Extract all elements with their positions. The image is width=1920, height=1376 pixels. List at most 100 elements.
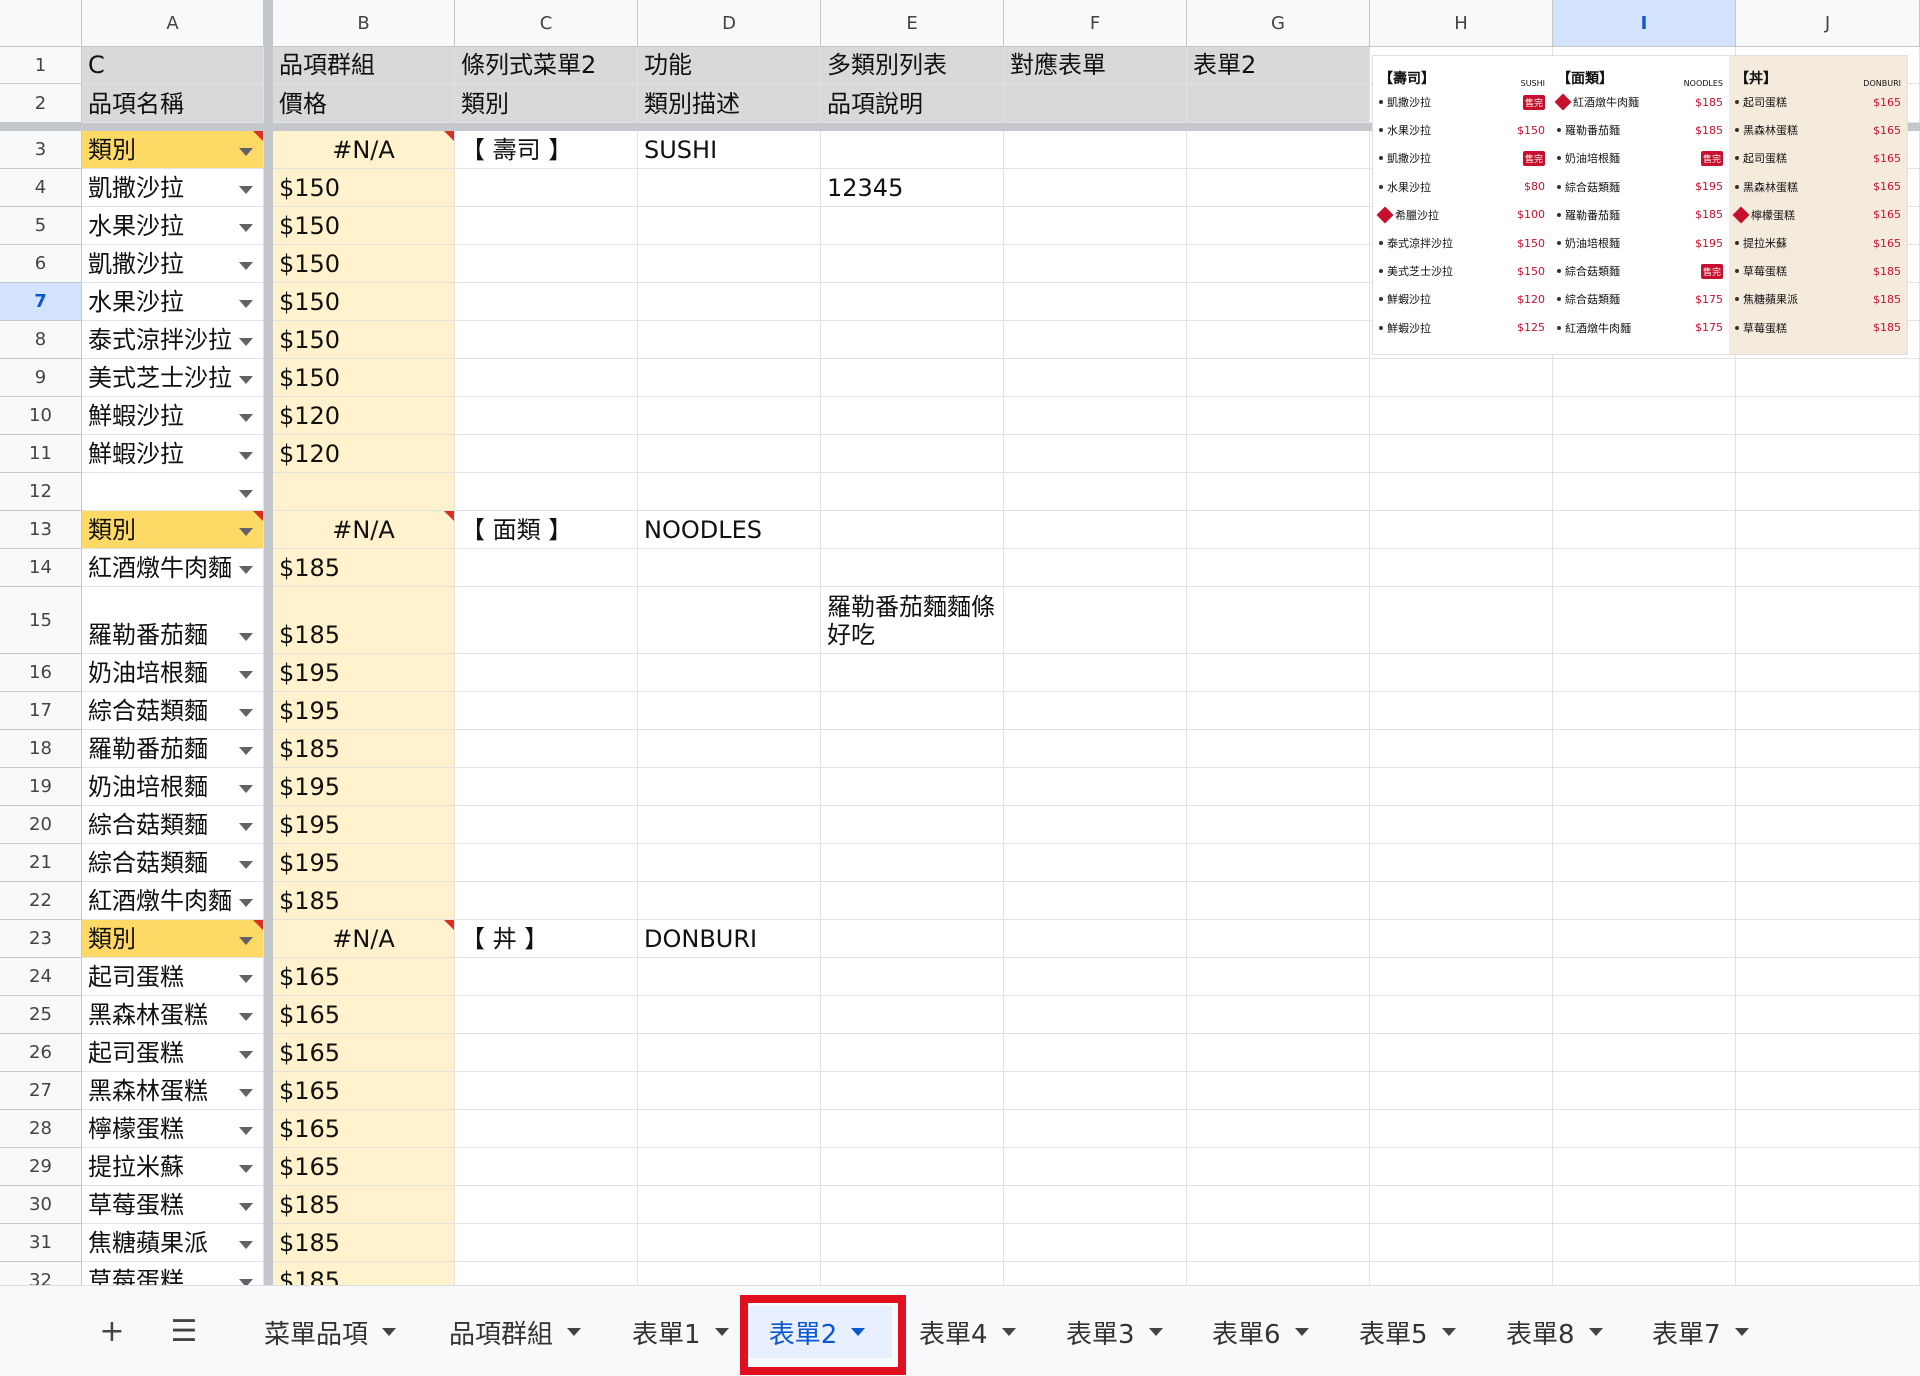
row-header-3[interactable]: 3 xyxy=(0,131,82,169)
cell[interactable] xyxy=(638,245,821,283)
cell[interactable] xyxy=(1736,435,1920,473)
column-header-d[interactable]: D xyxy=(638,0,821,47)
header-cell[interactable]: 對應表單 xyxy=(1004,47,1187,84)
row-header-15[interactable]: 15 xyxy=(0,587,82,654)
cell[interactable] xyxy=(821,768,1004,806)
cell[interactable] xyxy=(1004,1034,1187,1072)
cell[interactable] xyxy=(1553,587,1736,654)
cell-price[interactable]: #N/A xyxy=(273,131,455,169)
cell[interactable] xyxy=(1004,549,1187,587)
cell[interactable] xyxy=(1187,397,1370,435)
cell[interactable] xyxy=(1370,397,1553,435)
cell[interactable] xyxy=(1187,511,1370,549)
cell[interactable] xyxy=(821,397,1004,435)
cell[interactable] xyxy=(638,844,821,882)
cell-price[interactable] xyxy=(273,473,455,511)
cell[interactable] xyxy=(1187,131,1370,169)
chevron-down-icon[interactable] xyxy=(714,1328,729,1336)
dropdown-arrow-icon[interactable] xyxy=(239,861,253,869)
cell-item-name[interactable]: 紅酒燉牛肉麵 xyxy=(82,882,264,920)
cell[interactable] xyxy=(1004,283,1187,321)
cell-price[interactable]: $185 xyxy=(273,1262,455,1285)
cell-price[interactable]: $195 xyxy=(273,844,455,882)
cell[interactable] xyxy=(821,1262,1004,1285)
chevron-down-icon[interactable] xyxy=(1588,1328,1603,1336)
cell-item-name[interactable]: 羅勒番茄麵 xyxy=(82,587,264,654)
row-header-26[interactable]: 26 xyxy=(0,1034,82,1072)
row-header-13[interactable]: 13 xyxy=(0,511,82,549)
header-cell[interactable]: 品項名稱 xyxy=(82,84,264,123)
cell[interactable] xyxy=(1004,654,1187,692)
cell[interactable] xyxy=(1553,1110,1736,1148)
cell[interactable] xyxy=(1187,1186,1370,1224)
cell[interactable] xyxy=(638,654,821,692)
cell[interactable] xyxy=(455,806,638,844)
row-header-29[interactable]: 29 xyxy=(0,1148,82,1186)
cell[interactable] xyxy=(1187,1034,1370,1072)
cell[interactable] xyxy=(1553,996,1736,1034)
cell[interactable] xyxy=(1370,1110,1553,1148)
dropdown-arrow-icon[interactable] xyxy=(239,338,253,346)
cell[interactable] xyxy=(1004,1262,1187,1285)
cell[interactable] xyxy=(821,1110,1004,1148)
cell[interactable] xyxy=(1736,1148,1920,1186)
cell[interactable] xyxy=(1370,844,1553,882)
cell[interactable] xyxy=(1187,844,1370,882)
cell[interactable] xyxy=(1004,435,1187,473)
cell[interactable] xyxy=(455,1110,638,1148)
cell-c13[interactable]: 【 面類 】 xyxy=(455,511,638,549)
cell[interactable] xyxy=(1553,958,1736,996)
cell[interactable] xyxy=(1553,435,1736,473)
cell[interactable] xyxy=(638,397,821,435)
row-header-25[interactable]: 25 xyxy=(0,996,82,1034)
cell[interactable] xyxy=(821,207,1004,245)
cell-price[interactable]: #N/A xyxy=(273,511,455,549)
row-header-24[interactable]: 24 xyxy=(0,958,82,996)
sheet-tab[interactable]: 菜單品項 xyxy=(250,1306,410,1358)
cell[interactable] xyxy=(638,1148,821,1186)
cell[interactable] xyxy=(1736,768,1920,806)
cell-price[interactable]: $120 xyxy=(273,435,455,473)
cell[interactable] xyxy=(1736,359,1920,397)
cell[interactable] xyxy=(638,283,821,321)
cell[interactable] xyxy=(1736,587,1920,654)
cell-c3[interactable]: 【 壽司 】 xyxy=(455,131,638,169)
cell[interactable] xyxy=(821,844,1004,882)
sheet-tab[interactable]: 表單5 xyxy=(1345,1306,1470,1358)
cell[interactable] xyxy=(821,730,1004,768)
cell[interactable] xyxy=(1736,730,1920,768)
cell[interactable] xyxy=(1553,549,1736,587)
cell-item-name[interactable]: 水果沙拉 xyxy=(82,283,264,321)
cell[interactable] xyxy=(821,1148,1004,1186)
cell[interactable] xyxy=(1187,207,1370,245)
chevron-down-icon[interactable] xyxy=(382,1328,397,1336)
cell[interactable] xyxy=(1370,730,1553,768)
row-header-20[interactable]: 20 xyxy=(0,806,82,844)
dropdown-arrow-icon[interactable] xyxy=(239,148,253,156)
cell[interactable] xyxy=(1004,245,1187,283)
cell-item-name[interactable]: 奶油培根麵 xyxy=(82,654,264,692)
cell[interactable] xyxy=(455,1224,638,1262)
chevron-down-icon[interactable] xyxy=(1148,1328,1163,1336)
cell[interactable] xyxy=(455,435,638,473)
cell[interactable] xyxy=(821,1186,1004,1224)
cell[interactable] xyxy=(1187,245,1370,283)
cell-item-name[interactable]: 奶油培根麵 xyxy=(82,768,264,806)
cell[interactable] xyxy=(1370,1262,1553,1285)
cell[interactable] xyxy=(638,435,821,473)
cell-item-name[interactable]: 黑森林蛋糕 xyxy=(82,996,264,1034)
dropdown-arrow-icon[interactable] xyxy=(239,300,253,308)
cell[interactable] xyxy=(1187,321,1370,359)
plus-icon[interactable]: + xyxy=(88,1304,136,1358)
sheet-tab[interactable]: 表單6 xyxy=(1198,1306,1323,1358)
dropdown-arrow-icon[interactable] xyxy=(239,1013,253,1021)
column-header-e[interactable]: E xyxy=(821,0,1004,47)
cell[interactable] xyxy=(638,587,821,654)
cell[interactable] xyxy=(455,1262,638,1285)
cell[interactable] xyxy=(1553,1072,1736,1110)
cell-item-name[interactable] xyxy=(82,473,264,511)
cell-item-name[interactable]: 類別 xyxy=(82,131,264,169)
cell[interactable] xyxy=(638,1034,821,1072)
column-header-b[interactable]: B xyxy=(273,0,455,47)
cell[interactable] xyxy=(821,996,1004,1034)
